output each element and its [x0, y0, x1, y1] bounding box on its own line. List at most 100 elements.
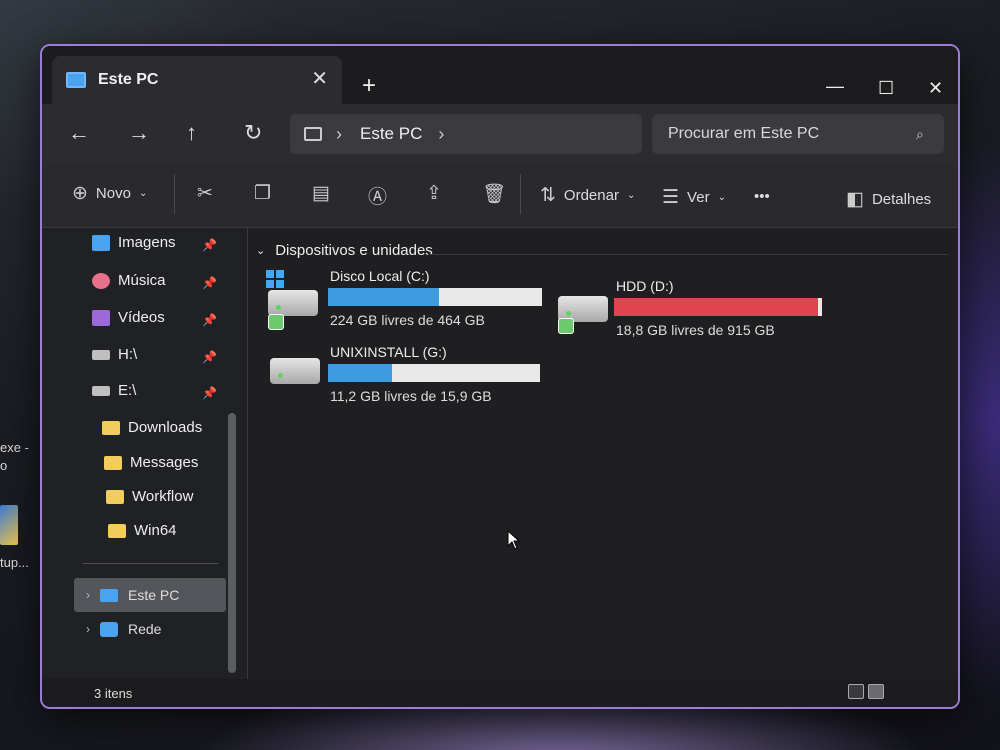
rename-button[interactable]: Ⓐ — [368, 182, 387, 209]
sidebar-item-e-drive[interactable]: E:\ — [92, 382, 136, 399]
drive-free-space: 11,2 GB livres de 15,9 GB — [330, 388, 492, 404]
paste-button[interactable]: ▤ — [312, 182, 330, 205]
sort-button[interactable]: ⇅ Ordenar ⌄ — [540, 184, 635, 207]
sidebar-item-h-drive[interactable]: H:\ — [92, 346, 137, 363]
group-header[interactable]: ⌄ Dispositivos e unidades — [256, 242, 433, 259]
plus-circle-icon: ⊕ — [72, 183, 88, 204]
copy-button[interactable]: ❐ — [254, 182, 271, 205]
drive-name: Disco Local (C:) — [330, 268, 430, 284]
divider — [520, 174, 521, 214]
sidebar-item-label: Workflow — [132, 488, 194, 505]
pin-icon[interactable]: 📌 — [202, 350, 217, 364]
chevron-down-icon: ⌄ — [256, 245, 266, 257]
hard-drive-icon — [268, 290, 318, 316]
more-options-button[interactable]: ••• — [754, 188, 770, 205]
folder-icon — [108, 523, 126, 538]
refresh-icon[interactable]: ↻ — [244, 120, 262, 146]
new-tab-button[interactable]: + — [362, 72, 376, 100]
drive-item-g[interactable]: UNIXINSTALL (G:) 11,2 GB livres de 15,9 … — [264, 344, 544, 404]
back-icon[interactable]: ← — [68, 120, 90, 146]
share-icon: ⇪ — [426, 183, 442, 204]
group-divider — [428, 254, 948, 255]
sidebar-item-label: Este PC — [128, 587, 180, 603]
sidebar-item-workflow[interactable]: Workflow — [106, 488, 193, 505]
images-icon — [92, 234, 110, 251]
sort-icon: ⇅ — [540, 185, 556, 206]
chevron-right-icon[interactable]: › — [438, 124, 444, 145]
close-tab-icon[interactable]: ✕ — [311, 66, 328, 91]
sidebar-item-este-pc[interactable]: › Este PC — [74, 578, 226, 612]
drive-name: HDD (D:) — [616, 278, 674, 294]
chevron-right-icon: › — [336, 123, 342, 144]
drive-name: UNIXINSTALL (G:) — [330, 344, 447, 360]
up-icon[interactable]: ↑ — [186, 120, 197, 146]
drive-icon — [92, 385, 110, 396]
network-icon — [100, 621, 118, 637]
chevron-right-icon[interactable]: › — [86, 588, 90, 602]
sidebar-item-label: E:\ — [118, 382, 137, 399]
scissors-icon: ✂ — [197, 183, 213, 204]
address-bar[interactable]: › Este PC › — [290, 114, 642, 154]
tab-este-pc[interactable]: Este PC ✕ — [52, 56, 342, 104]
usage-bar-fill — [328, 364, 392, 382]
divider — [174, 174, 175, 214]
details-button[interactable]: ◧ Detalhes — [846, 188, 931, 211]
breadcrumb-este-pc[interactable]: Este PC — [360, 124, 422, 144]
monitor-icon — [304, 127, 322, 141]
search-icon[interactable]: ⌕ — [916, 126, 924, 143]
view-list-icon: ☰ — [662, 187, 680, 208]
drive-free-space: 224 GB livres de 464 GB — [330, 312, 485, 328]
drive-item-c[interactable]: Disco Local (C:) 224 GB livres de 464 GB — [264, 268, 544, 338]
chevron-right-icon[interactable]: › — [86, 622, 90, 636]
setup-icon[interactable] — [0, 505, 18, 545]
sidebar-item-downloads[interactable]: Downloads — [102, 419, 202, 436]
pin-icon[interactable]: 📌 — [202, 313, 217, 327]
sidebar-item-imagens[interactable]: Imagens — [92, 234, 176, 251]
sidebar-item-label: H:\ — [118, 346, 138, 363]
status-bar: 3 itens — [42, 679, 958, 707]
sidebar-item-musica[interactable]: Música — [92, 272, 166, 289]
share-badge-icon — [268, 314, 284, 330]
navigation-pane: Imagens 📌 Música 📌 Vídeos 📌 H:\ 📌 E:\ 📌 … — [42, 228, 242, 679]
mouse-cursor-icon — [507, 530, 521, 550]
details-label: Detalhes — [871, 191, 932, 208]
sidebar-item-rede[interactable]: › Rede — [74, 612, 226, 646]
music-icon — [92, 272, 110, 289]
view-label: Ver — [687, 189, 710, 206]
item-count: 3 itens — [94, 686, 133, 701]
drive-icon — [92, 349, 110, 360]
hard-drive-icon — [270, 358, 320, 384]
sidebar-item-messages[interactable]: Messages — [104, 454, 198, 471]
drive-free-space: 18,8 GB livres de 915 GB — [616, 322, 775, 338]
forward-icon[interactable]: → — [128, 120, 150, 146]
windows-logo-icon — [266, 270, 284, 288]
share-button[interactable]: ⇪ — [426, 182, 442, 205]
minimize-button[interactable]: — — [826, 76, 844, 97]
maximize-button[interactable]: ☐ — [878, 78, 894, 99]
divider — [82, 563, 218, 564]
cut-button[interactable]: ✂ — [197, 182, 213, 205]
sidebar-item-win64[interactable]: Win64 — [108, 522, 177, 539]
close-window-button[interactable]: ✕ — [928, 78, 943, 99]
details-view-icon[interactable] — [848, 684, 864, 699]
sidebar-item-label: Downloads — [128, 419, 203, 436]
pin-icon[interactable]: 📌 — [202, 276, 217, 290]
sidebar-scrollbar[interactable] — [228, 413, 236, 673]
search-input[interactable] — [652, 114, 944, 154]
tiles-view-icon[interactable] — [868, 684, 884, 699]
content-pane: ⌄ Dispositivos e unidades Disco Local (C… — [247, 228, 958, 679]
command-bar: ⊕ Novo ⌄ ✂ ❐ ▤ Ⓐ ⇪ 🗑 ⇅ Ordenar ⌄ ☰ Ver ⌄… — [42, 162, 958, 228]
copy-icon: ❐ — [254, 183, 272, 204]
pin-icon[interactable]: 📌 — [202, 238, 217, 252]
delete-button[interactable]: 🗑 — [482, 182, 506, 206]
drive-item-d[interactable]: HDD (D:) 18,8 GB livres de 915 GB — [558, 274, 838, 344]
sidebar-item-videos[interactable]: Vídeos — [92, 309, 165, 326]
new-button[interactable]: ⊕ Novo ⌄ — [72, 182, 147, 205]
sort-label: Ordenar — [563, 187, 619, 204]
pin-icon[interactable]: 📌 — [202, 386, 217, 400]
usage-bar-fill — [328, 288, 440, 306]
new-label: Novo — [95, 185, 131, 202]
sidebar-item-label: Imagens — [118, 234, 176, 251]
clipboard-icon: ▤ — [312, 183, 330, 204]
view-button[interactable]: ☰ Ver ⌄ — [662, 186, 726, 209]
